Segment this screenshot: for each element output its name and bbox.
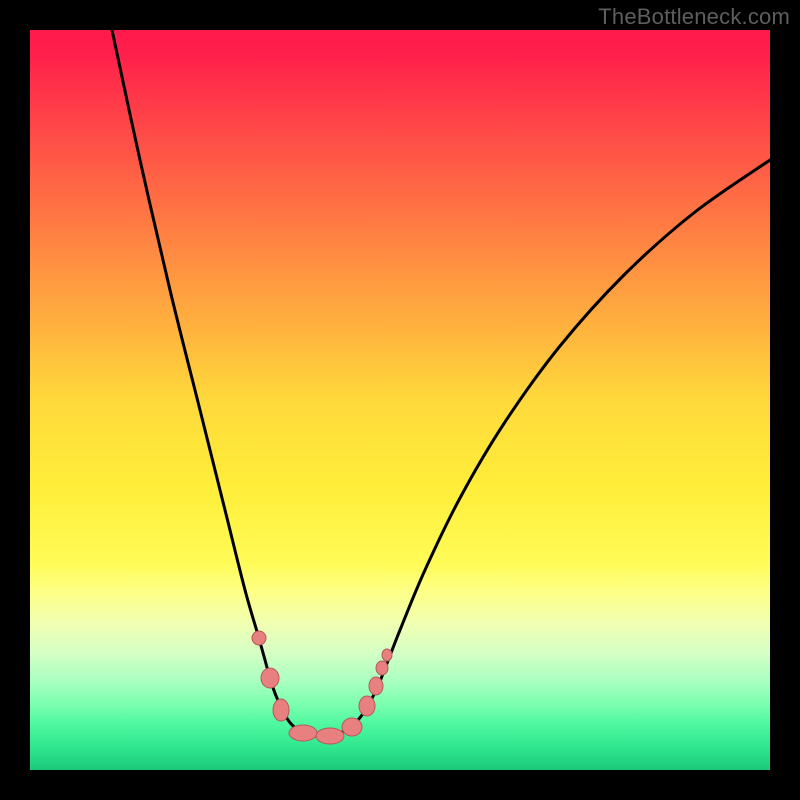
curve-marker [369,677,383,695]
watermark-text: TheBottleneck.com [598,4,790,30]
curve-markers [252,631,392,744]
curve-marker [376,661,388,675]
curve-marker [382,649,392,661]
curve-marker [316,728,344,744]
curve-layer [30,30,770,770]
curve-marker [261,668,279,688]
curve-marker [359,696,375,716]
chart-stage: TheBottleneck.com [0,0,800,800]
curve-marker [342,718,362,736]
curve-marker [289,725,317,741]
bottleneck-curve [112,30,770,736]
curve-marker [252,631,266,645]
curve-marker [273,699,289,721]
plot-area [30,30,770,770]
